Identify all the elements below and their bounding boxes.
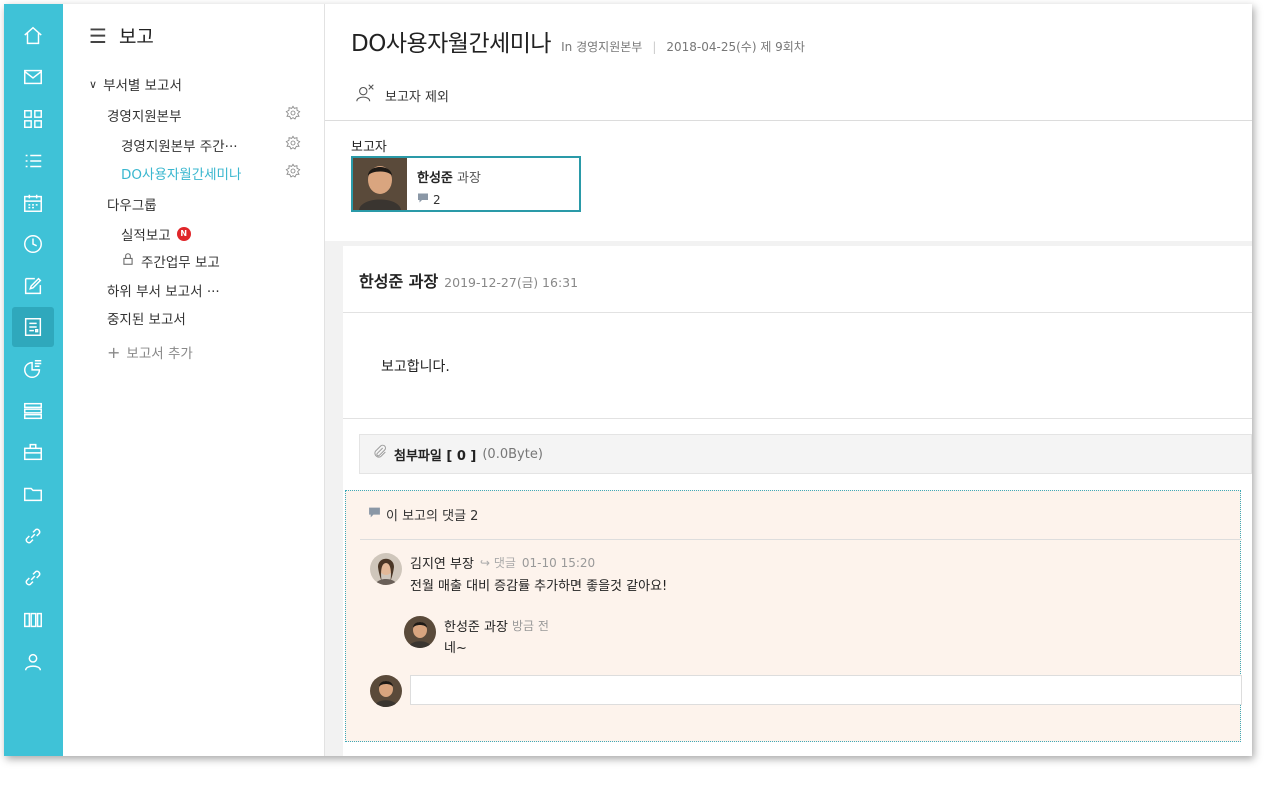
attachment-size: (0.0Byte) [482,446,543,462]
sidebar-item-label: 중지된 보고서 [107,312,186,328]
comments-section: 이 보고의 댓글 2 김지연 부장 ↪ 댓글 01-10 15:20 전월 매출… [345,490,1242,742]
app-window: ☰ 보고 ∨ 부서별 보고서 경영지원본부 경영지원본부 주간··· DO사용자… [4,4,1252,756]
reporter-name: 한성준 과장 [417,167,481,186]
comments-header: 이 보고의 댓글 2 [368,505,478,524]
comment-author: 김지연 부장 [410,557,474,572]
comment-text: 전월 매출 대비 증감률 추가하면 좋을것 같아요! [410,579,668,594]
user-icon[interactable] [12,642,54,682]
department-label: In 경영지원본부 [561,40,643,54]
report-title: DO사용자월간세미나 [351,31,552,57]
comment-icon [368,506,381,523]
post-body: 보고합니다. [381,359,450,375]
reply-link[interactable]: ↪ 댓글 [480,554,516,571]
list-icon[interactable] [12,141,54,181]
comments-divider [360,539,1242,540]
menu-icon[interactable]: ☰ [89,24,107,48]
link-icon[interactable] [12,558,54,598]
chevron-down-icon: ∨ [89,77,98,91]
reply-time: 방금 전 [511,619,549,633]
sidebar-item-management[interactable]: 경영지원본부 [107,105,182,125]
attachment-label: 첨부파일 [ 0 ] [394,448,477,464]
chart-icon[interactable] [12,349,54,389]
sidebar-item-label: 실적보고 [121,228,171,244]
avatar [404,616,436,648]
sidebar-header: ☰ 보고 [89,22,154,49]
toolbar-divider [325,120,1252,121]
attachment-bar[interactable]: 첨부파일 [ 0 ] (0.0Byte) [359,434,1252,474]
comment-time: 01-10 15:20 [521,555,596,570]
sidebar-item-weekly[interactable]: 경영지원본부 주간··· [121,135,238,155]
avatar [370,553,402,585]
reporter-card[interactable]: 한성준 과장 2 [351,156,581,212]
page-title: DO사용자월간세미나 In 경영지원본부 | 2018-04-25(수) 제 9… [351,24,805,58]
sidebar-item-seminar[interactable]: DO사용자월간세미나 [121,163,241,183]
current-user-avatar [370,675,402,707]
sidebar-item-label: 경영지원본부 [107,109,182,125]
sidebar-item-performance[interactable]: 실적보고 N [121,224,191,244]
paperclip-icon [372,444,388,464]
apps-icon[interactable] [12,600,54,640]
post-header: 한성준 과장 2019-12-27(금) 16:31 [359,268,578,292]
exclude-reporter-button[interactable]: 보고자 제외 [355,82,449,108]
sidebar-item-label: 주간업무 보고 [141,255,220,271]
title-separator: | [652,40,657,54]
icon-rail [4,4,63,756]
comments-header-text: 이 보고의 댓글 2 [386,509,479,524]
user-remove-icon [355,82,377,108]
sidebar: ☰ 보고 ∨ 부서별 보고서 경영지원본부 경영지원본부 주간··· DO사용자… [63,4,325,756]
sidebar-item-sub-dept[interactable]: 하위 부서 보고서 ··· [107,280,220,300]
reply-text: 네~ [444,641,467,656]
folder-icon[interactable] [12,474,54,514]
gear-icon[interactable] [285,163,301,179]
edit-icon[interactable] [12,266,54,306]
comment-icon [417,192,429,207]
lock-icon [121,252,135,270]
add-report-label: 보고서 추가 [126,346,193,362]
plus-icon: + [107,342,121,362]
sidebar-item-stopped[interactable]: 중지된 보고서 [107,308,186,328]
reporter-comment-count: 2 [417,192,441,207]
sidebar-item-weekly-work[interactable]: 주간업무 보고 [121,251,220,271]
comment-input[interactable] [410,675,1242,705]
post-divider [343,418,1252,419]
link-icon[interactable] [12,516,54,556]
sidebar-item-label: 경영지원본부 주간··· [121,139,238,155]
gear-icon[interactable] [285,105,301,121]
comment-count-value: 2 [433,192,441,207]
clock-icon[interactable] [12,224,54,264]
post-divider [343,312,1252,313]
add-report-button[interactable]: + 보고서 추가 [107,342,193,363]
post-date: 2019-12-27(금) 16:31 [444,275,579,290]
report-icon[interactable] [12,307,54,347]
post-author: 한성준 과장 [359,272,439,291]
calendar-icon[interactable] [12,183,54,223]
reply-meta: 한성준 과장 방금 전 [444,616,549,635]
comment-meta: 김지연 부장 ↪ 댓글 01-10 15:20 [410,553,596,573]
session-label: 2018-04-25(수) 제 9회차 [666,40,805,54]
reply-label: 댓글 [493,556,516,570]
report-card: 한성준 과장 2019-12-27(금) 16:31 보고합니다. 첨부파일 [… [343,246,1252,756]
reporter-section-label: 보고자 [351,140,387,155]
briefcase-icon[interactable] [12,432,54,472]
gear-icon[interactable] [285,135,301,151]
sidebar-item-label: 하위 부서 보고서 ··· [107,284,220,300]
mail-icon[interactable] [12,57,54,97]
sidebar-item-label: DO사용자월간세미나 [121,167,242,183]
new-badge: N [176,227,191,241]
sidebar-title: 보고 [118,26,154,48]
sidebar-item-label: 다우그룹 [107,198,157,214]
main-content: DO사용자월간세미나 In 경영지원본부 | 2018-04-25(수) 제 9… [325,4,1252,756]
home-icon[interactable] [12,16,54,56]
reply-author: 한성준 과장 [444,620,508,635]
stack-icon[interactable] [12,391,54,431]
sidebar-item-daou-group[interactable]: 다우그룹 [107,194,157,214]
reporter-rank: 과장 [457,171,481,186]
section-label: 부서별 보고서 [103,78,182,94]
dashboard-icon[interactable] [12,99,54,139]
reporter-name-text: 한성준 [417,171,453,186]
reporter-photo [353,158,407,210]
section-toggle[interactable]: ∨ 부서별 보고서 [89,74,182,95]
exclude-reporter-label: 보고자 제외 [385,89,449,105]
